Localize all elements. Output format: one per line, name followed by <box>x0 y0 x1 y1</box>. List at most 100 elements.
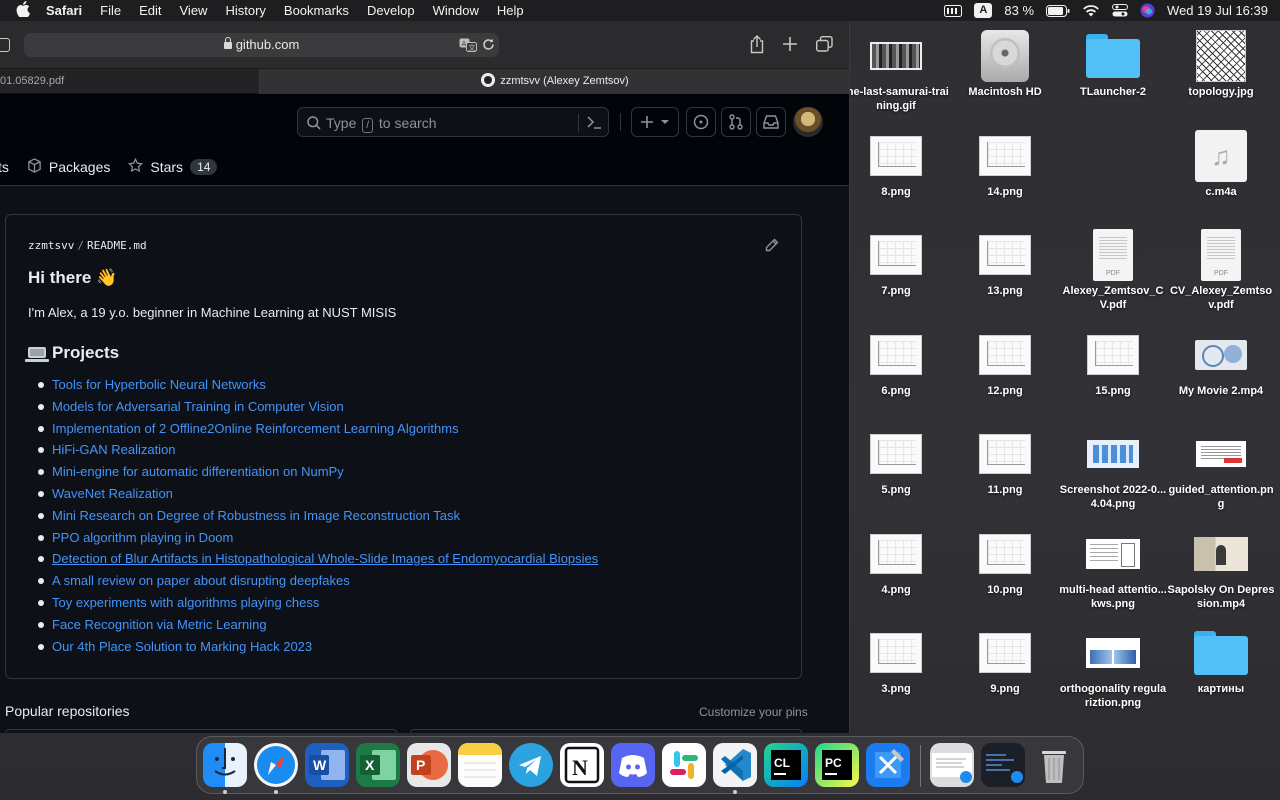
project-link[interactable]: Mini-engine for automatic differentiatio… <box>28 461 598 483</box>
desktop-file[interactable]: 12.png <box>950 329 1060 398</box>
desktop-file[interactable]: guided_attention.png <box>1166 428 1276 511</box>
project-link[interactable]: Tools for Hyperbolic Neural Networks <box>28 374 598 396</box>
menu-help[interactable]: Help <box>488 0 533 21</box>
desktop-file[interactable]: 8.png <box>841 130 951 199</box>
desktop-file[interactable]: multi-head attentio...kws.png <box>1058 528 1168 611</box>
inbox-icon[interactable] <box>756 107 786 137</box>
battery-icon[interactable] <box>1046 4 1070 17</box>
tab-pdf[interactable]: 01.05829.pdf <box>0 69 260 94</box>
vscode-icon[interactable] <box>713 743 757 787</box>
menu-bookmarks[interactable]: Bookmarks <box>275 0 358 21</box>
project-link[interactable]: Face Recognition via Metric Learning <box>28 614 598 636</box>
tab-packages[interactable]: Packages <box>27 158 110 176</box>
tab-stars[interactable]: Stars 14 <box>128 157 218 176</box>
sidebar-toggle-icon[interactable] <box>0 38 10 52</box>
battery-percent: 83 % <box>1004 3 1035 18</box>
project-link[interactable]: Implementation of 2 Offline2Online Reinf… <box>28 418 598 440</box>
menu-file[interactable]: File <box>91 0 130 21</box>
pinned-repo-card[interactable] <box>410 729 802 733</box>
input-source-icon[interactable]: A <box>974 3 993 18</box>
desktop-file[interactable]: 15.png <box>1058 329 1168 398</box>
project-link[interactable]: Toy experiments with algorithms playing … <box>28 592 598 614</box>
project-link[interactable]: WaveNet Realization <box>28 483 598 505</box>
desktop-file[interactable]: 5.png <box>841 428 951 497</box>
desktop-file[interactable]: Sapolsky On Depression.mp4 <box>1166 528 1276 611</box>
desktop-file[interactable]: TLauncher-2 <box>1058 30 1168 99</box>
desktop-file[interactable]: ♫ c.m4a <box>1166 130 1276 199</box>
desktop-file[interactable]: 4.png <box>841 528 951 597</box>
readme-file[interactable]: README.md <box>87 239 147 252</box>
desktop-file[interactable]: картины <box>1166 627 1276 696</box>
desktop-file[interactable]: 3.png <box>841 627 951 696</box>
trash-icon[interactable] <box>1032 743 1076 787</box>
tab-projects[interactable]: ts <box>0 159 9 175</box>
project-link[interactable]: Models for Adversarial Training in Compu… <box>28 396 598 418</box>
discord-icon[interactable] <box>611 743 655 787</box>
project-link[interactable]: HiFi-GAN Realization <box>28 439 598 461</box>
menu-view[interactable]: View <box>171 0 217 21</box>
menu-app-name[interactable]: Safari <box>46 0 91 21</box>
readme-owner[interactable]: zzmtsvv <box>28 239 74 252</box>
project-link[interactable]: A small review on paper about disrupting… <box>28 570 598 592</box>
desktop-file[interactable]: PDF CV_Alexey_Zemtsov.pdf <box>1166 229 1276 312</box>
excel-icon[interactable]: X <box>356 743 400 787</box>
battery-bars-icon[interactable] <box>944 4 963 17</box>
project-link[interactable]: Detection of Blur Artifacts in Histopath… <box>28 548 598 570</box>
desktop-file[interactable]: 6.png <box>841 329 951 398</box>
project-link[interactable]: Mini Research on Degree of Robustness in… <box>28 505 598 527</box>
tab-overview-icon[interactable] <box>815 35 833 57</box>
command-palette-icon[interactable] <box>587 116 601 132</box>
project-link[interactable]: Our 4th Place Solution to Marking Hack 2… <box>28 636 598 658</box>
edit-pencil-icon[interactable] <box>765 238 779 257</box>
desktop-file[interactable]: 14.png <box>950 130 1060 199</box>
powerpoint-icon[interactable]: P <box>407 743 451 787</box>
desktop-file[interactable]: 9.png <box>950 627 1060 696</box>
word-icon[interactable]: W <box>305 743 349 787</box>
project-link[interactable]: PPO algorithm playing in Doom <box>28 527 598 549</box>
slack-icon[interactable] <box>662 743 706 787</box>
menu-develop[interactable]: Develop <box>358 0 424 21</box>
siri-icon[interactable] <box>1140 3 1155 18</box>
customize-pins-link[interactable]: Customize your pins <box>699 705 808 719</box>
issues-icon[interactable] <box>686 107 716 137</box>
reload-icon[interactable] <box>482 38 495 56</box>
notion-icon[interactable]: N <box>560 743 604 787</box>
avatar[interactable] <box>793 107 823 137</box>
telegram-icon[interactable] <box>509 743 553 787</box>
address-bar[interactable]: github.com A文 <box>24 33 499 57</box>
share-icon[interactable] <box>749 35 765 59</box>
menu-edit[interactable]: Edit <box>130 0 170 21</box>
desktop-file[interactable]: 13.png <box>950 229 1060 298</box>
desktop-file[interactable]: My Movie 2.mp4 <box>1166 329 1276 398</box>
desktop-file[interactable]: Screenshot 2022-0...4.04.png <box>1058 428 1168 511</box>
create-new-button[interactable] <box>631 107 679 137</box>
tab-github-profile[interactable]: zzmtsvv (Alexey Zemtsov) <box>260 69 849 94</box>
pycharm-icon[interactable]: PC <box>815 743 859 787</box>
desktop-file[interactable]: 7.png <box>841 229 951 298</box>
clion-icon[interactable]: CL <box>764 743 808 787</box>
desktop-file[interactable]: orthogonality regulariztion.png <box>1058 627 1168 710</box>
new-tab-icon[interactable] <box>783 37 797 56</box>
translate-icon[interactable]: A文 <box>459 38 477 57</box>
desktop-file[interactable]: 11.png <box>950 428 1060 497</box>
menu-window[interactable]: Window <box>424 0 488 21</box>
xcode-icon[interactable] <box>866 743 910 787</box>
wifi-icon[interactable] <box>1082 4 1100 17</box>
notes-icon[interactable] <box>458 743 502 787</box>
finder-icon[interactable] <box>203 743 247 787</box>
pinned-repo-card[interactable] <box>5 729 397 733</box>
safari-icon[interactable] <box>254 743 298 787</box>
apple-menu-icon[interactable] <box>0 0 46 21</box>
desktop-file[interactable]: the-last-samurai-training.gif <box>841 30 951 113</box>
terminal-window-icon[interactable] <box>981 743 1025 787</box>
desktop-file[interactable]: 10.png <box>950 528 1060 597</box>
desktop-file[interactable]: topology.jpg <box>1166 30 1276 99</box>
menu-history[interactable]: History <box>216 0 274 21</box>
search-input[interactable]: Type / to search <box>297 107 609 137</box>
clock[interactable]: Wed 19 Jul 16:39 <box>1167 3 1268 18</box>
desktop-file[interactable]: PDF Alexey_Zemtsov_CV.pdf <box>1058 229 1168 312</box>
control-center-icon[interactable] <box>1112 4 1129 17</box>
pull-requests-icon[interactable] <box>721 107 751 137</box>
preview-window-icon[interactable] <box>930 743 974 787</box>
desktop-file[interactable]: Macintosh HD <box>950 30 1060 99</box>
